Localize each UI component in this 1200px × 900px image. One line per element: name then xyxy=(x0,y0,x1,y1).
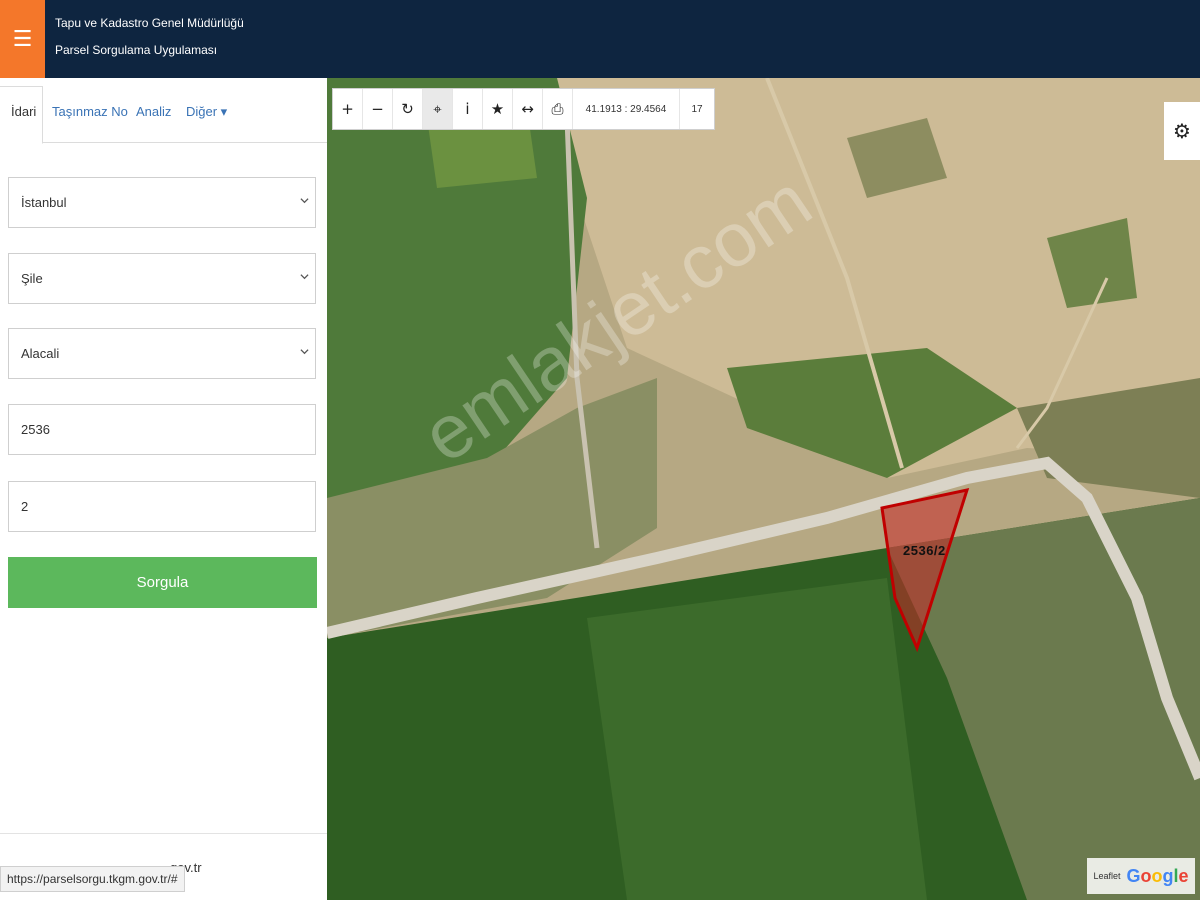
google-logo: Google xyxy=(1126,865,1189,886)
tab-bar: İdari Taşınmaz No Analiz Diğer ▾ xyxy=(0,78,327,144)
locate-button[interactable]: ⌖ xyxy=(423,89,453,129)
hamburger-icon: ☰ xyxy=(12,26,33,52)
query-sidebar: İdari Taşınmaz No Analiz Diğer ▾ İstanbu… xyxy=(0,78,328,900)
parsel-value: 2 xyxy=(21,499,29,514)
map-view[interactable]: emlakjet.com + − ↻ ⌖ i ★ ↔ ⎙ 41.1913 : 2… xyxy=(327,78,1200,900)
il-value: İstanbul xyxy=(21,195,67,210)
refresh-icon: ↻ xyxy=(401,100,414,118)
parcel-label: 2536/2 xyxy=(903,543,946,558)
mahalle-select[interactable]: Alacali xyxy=(8,328,316,379)
favorite-button[interactable]: ★ xyxy=(483,89,513,129)
print-icon: ⎙ xyxy=(551,100,564,118)
info-button[interactable]: i xyxy=(453,89,483,129)
app-subtitle: Parsel Sorgulama Uygulaması xyxy=(55,43,218,57)
tab-idari[interactable]: İdari xyxy=(11,104,36,119)
hamburger-menu-button[interactable]: ☰ xyxy=(0,0,45,78)
map-attribution: Leaflet Google xyxy=(1087,858,1195,894)
tab-diger[interactable]: Diğer ▾ xyxy=(186,104,227,120)
parsel-input[interactable]: 2 xyxy=(8,481,316,532)
measure-button[interactable]: ↔ xyxy=(513,89,543,129)
settings-button[interactable]: ⚙ xyxy=(1164,102,1200,160)
app-header: ☰ Tapu ve Kadastro Genel Müdürlüğü Parse… xyxy=(0,0,1200,78)
star-icon: ★ xyxy=(490,100,505,118)
chevron-down-icon xyxy=(300,274,309,280)
mahalle-value: Alacali xyxy=(21,346,60,361)
tab-analiz[interactable]: Analiz xyxy=(136,104,171,119)
ada-input[interactable]: 2536 xyxy=(8,404,316,455)
chevron-down-icon xyxy=(300,349,309,355)
minus-icon: − xyxy=(371,100,384,118)
leaflet-attribution[interactable]: Leaflet xyxy=(1093,871,1120,881)
coordinate-readout: 41.1913 : 29.4564 xyxy=(573,89,680,129)
il-select[interactable]: İstanbul xyxy=(8,177,316,228)
measure-icon: ↔ xyxy=(521,100,534,118)
zoom-out-button[interactable]: − xyxy=(363,89,393,129)
ilce-value: Şile xyxy=(21,271,43,286)
gear-icon: ⚙ xyxy=(1173,119,1191,143)
ilce-select[interactable]: Şile xyxy=(8,253,316,304)
crosshair-icon: ⌖ xyxy=(433,100,442,118)
zoom-in-button[interactable]: + xyxy=(333,89,363,129)
map-toolbar: + − ↻ ⌖ i ★ ↔ ⎙ 41.1913 : 29.4564 17 xyxy=(332,88,715,130)
app-title: Tapu ve Kadastro Genel Müdürlüğü xyxy=(55,16,244,30)
sorgula-button[interactable]: Sorgula xyxy=(8,557,317,608)
refresh-button[interactable]: ↻ xyxy=(393,89,423,129)
chevron-down-icon xyxy=(300,198,309,204)
ada-value: 2536 xyxy=(21,422,50,437)
tab-tasinmaz-no[interactable]: Taşınmaz No xyxy=(52,104,128,119)
status-bar-url: https://parselsorgu.tkgm.gov.tr/# xyxy=(0,866,185,892)
info-icon: i xyxy=(465,100,470,118)
zoom-level: 17 xyxy=(691,103,703,115)
sidebar-divider xyxy=(0,833,327,834)
plus-icon: + xyxy=(341,100,354,118)
print-button[interactable]: ⎙ xyxy=(543,89,573,129)
